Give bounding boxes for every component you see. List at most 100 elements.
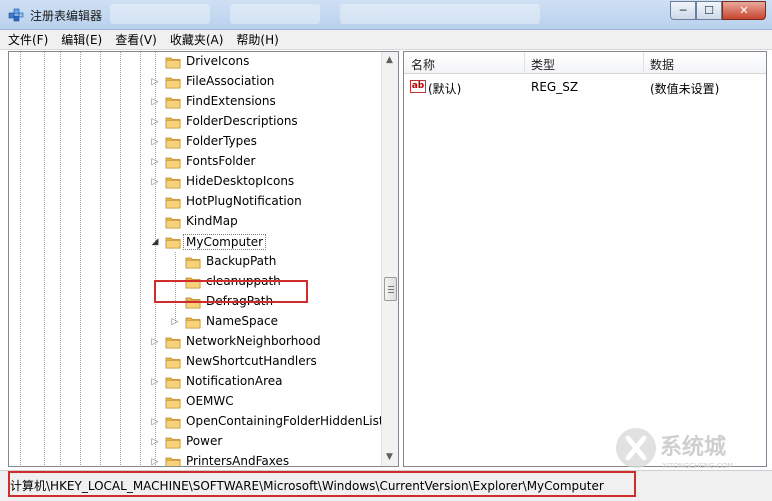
folder-icon [165, 215, 181, 229]
tree-item-label: KindMap [186, 214, 238, 228]
tree-item-label: HotPlugNotification [186, 194, 302, 208]
expand-arrow-icon[interactable]: ▷ [150, 376, 160, 388]
tree-item[interactable]: HotPlugNotification [9, 192, 381, 212]
registry-key-tree[interactable]: DriveIcons ▷ FileAssociation ▷ FindExtension… [8, 51, 399, 467]
folder-icon [165, 415, 181, 429]
tree-item[interactable]: KindMap [9, 212, 381, 232]
collapse-arrow-icon[interactable]: ◢ [150, 236, 160, 248]
expand-arrow-icon[interactable]: ▷ [150, 436, 160, 448]
annotation-highlight-mycomputer [154, 280, 308, 303]
tree-item-label: HideDesktopIcons [186, 174, 295, 188]
close-button[interactable]: ✕ [722, 1, 766, 20]
column-header-type[interactable]: 类型 [531, 56, 555, 73]
expand-arrow-icon[interactable]: ▷ [170, 316, 180, 328]
tree-item-label: PrintersAndFaxes [186, 454, 290, 467]
scroll-up-arrow-icon[interactable]: ▲ [386, 55, 393, 65]
column-header-data[interactable]: 数据 [650, 56, 674, 73]
tree-item[interactable]: ◢ MyComputer [9, 232, 381, 252]
background-window-tabs [100, 4, 560, 24]
tree-item-label: FolderDescriptions [186, 114, 298, 128]
tree-item-label: Power [186, 434, 223, 448]
expand-arrow-icon[interactable]: ▷ [150, 156, 160, 168]
folder-icon [165, 455, 181, 466]
tree-item-label: MyComputer [183, 234, 267, 250]
value-type: REG_SZ [531, 80, 579, 94]
tree-item-label: FindExtensions [186, 94, 276, 108]
tree-scrollbar[interactable]: ▲ ▼ [381, 52, 398, 466]
tree-item[interactable]: ▷ NameSpace [9, 312, 381, 332]
expand-arrow-icon[interactable]: ▷ [150, 336, 160, 348]
expand-arrow-icon[interactable]: ▷ [150, 416, 160, 428]
menu-view[interactable]: 查看(V) [115, 31, 157, 48]
tree-item-label: OpenContainingFolderHiddenList [186, 414, 384, 428]
expand-arrow-icon[interactable]: ▷ [150, 456, 160, 466]
maximize-button[interactable]: ☐ [696, 1, 722, 20]
expand-arrow-icon[interactable]: ▷ [150, 116, 160, 128]
folder-icon [165, 175, 181, 189]
folder-icon [165, 435, 181, 449]
tree-item[interactable]: ▷ OpenContainingFolderHiddenList [9, 412, 384, 432]
tree-item-label: FontsFolder [186, 154, 256, 168]
expand-arrow-icon[interactable]: ▷ [150, 136, 160, 148]
scroll-thumb[interactable] [384, 277, 397, 301]
expand-arrow-icon[interactable]: ▷ [150, 176, 160, 188]
status-bar: 计算机\HKEY_LOCAL_MACHINE\SOFTWARE\Microsof… [0, 470, 772, 501]
tree-item-label: DriveIcons [186, 54, 250, 68]
tree-item[interactable]: DriveIcons [9, 52, 381, 72]
menu-bar: 文件(F) 编辑(E) 查看(V) 收藏夹(A) 帮助(H) [0, 30, 772, 50]
folder-icon [165, 55, 181, 69]
tree-item[interactable]: ▷ NetworkNeighborhood [9, 332, 381, 352]
column-header-name[interactable]: 名称 [411, 56, 435, 73]
folder-icon [165, 235, 181, 249]
tree-item[interactable]: OEMWC [9, 392, 381, 412]
annotation-highlight-path [8, 471, 636, 497]
folder-icon [165, 195, 181, 209]
tree-item-label: NewShortcutHandlers [186, 354, 317, 368]
expand-arrow-icon[interactable]: ▷ [150, 96, 160, 108]
menu-edit[interactable]: 编辑(E) [61, 31, 102, 48]
folder-icon [165, 155, 181, 169]
folder-icon [165, 395, 181, 409]
title-bar: 注册表编辑器 ─ ☐ ✕ [0, 0, 772, 30]
folder-icon [165, 335, 181, 349]
tree-item[interactable]: ▷ FindExtensions [9, 92, 381, 112]
window-title: 注册表编辑器 [30, 9, 103, 23]
expand-arrow-icon[interactable]: ▷ [150, 76, 160, 88]
menu-favorites[interactable]: 收藏夹(A) [170, 31, 224, 48]
folder-icon [165, 355, 181, 369]
tree-item[interactable]: ▷ Power [9, 432, 381, 452]
minimize-button[interactable]: ─ [670, 1, 696, 20]
tree-item[interactable]: ▷ FolderTypes [9, 132, 381, 152]
value-name: (默认) [428, 82, 462, 96]
watermark-subtext: XITONGCHENG.COM [662, 462, 733, 470]
tree-item[interactable]: BackupPath [9, 252, 381, 272]
folder-icon [165, 75, 181, 89]
scroll-down-arrow-icon[interactable]: ▼ [386, 452, 393, 462]
string-value-icon: ab [410, 80, 426, 93]
folder-icon [185, 255, 201, 269]
tree-item[interactable]: ▷ NotificationArea [9, 372, 381, 392]
tree-item-label: NameSpace [206, 314, 278, 328]
folder-icon [165, 115, 181, 129]
tree-item[interactable]: ▷ HideDesktopIcons [9, 172, 381, 192]
tree-item-label: BackupPath [206, 254, 277, 268]
list-header: 名称 类型 数据 [404, 52, 766, 74]
tree-item-label: FolderTypes [186, 134, 257, 148]
menu-help[interactable]: 帮助(H) [236, 31, 278, 48]
registry-editor-icon [8, 8, 24, 22]
tree-item[interactable]: ▷ FileAssociation [9, 72, 381, 92]
tree-item[interactable]: NewShortcutHandlers [9, 352, 381, 372]
tree-item[interactable]: ▷ FontsFolder [9, 152, 381, 172]
tree-item[interactable]: ▷ PrintersAndFaxes [9, 452, 381, 467]
tree-item-label: OEMWC [186, 394, 234, 408]
tree-item[interactable]: ▷ FolderDescriptions [9, 112, 381, 132]
list-row-default[interactable]: ab (默认) REG_SZ (数值未设置) [404, 76, 766, 98]
menu-file[interactable]: 文件(F) [8, 31, 48, 48]
registry-values-list[interactable]: 名称 类型 数据 ab (默认) REG_SZ (数值未设置) [403, 51, 767, 467]
watermark-text: 系统城 [660, 434, 726, 460]
